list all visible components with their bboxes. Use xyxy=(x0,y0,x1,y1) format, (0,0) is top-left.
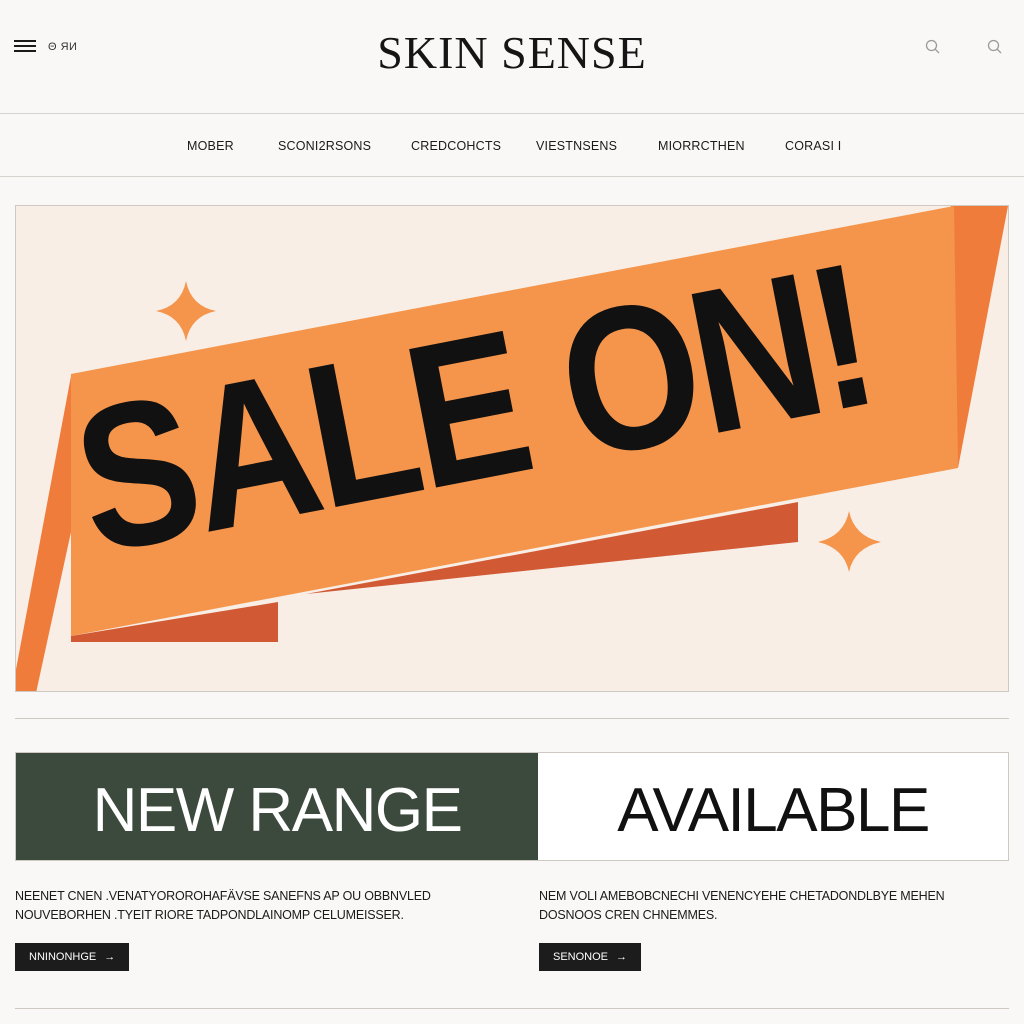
brand-logo[interactable]: SKIN SENSE xyxy=(0,26,1024,79)
nav-item-3[interactable]: CREDCOHCTS xyxy=(411,139,501,153)
discover-button[interactable]: SENONOE → xyxy=(539,943,642,971)
nav-item-1[interactable]: MOBER xyxy=(187,139,234,153)
promo-column-right: NEM VOLI AMEBOBCNECHI VENENCYEHE CHETADO… xyxy=(539,887,1009,971)
shop-now-button[interactable]: NNINONHGE → xyxy=(15,943,130,971)
nav-item-5[interactable]: MIORRCTHEN xyxy=(658,139,745,153)
new-range-banner[interactable]: NEW RANGE AVAILABLE xyxy=(15,752,1009,861)
promo-column-left: NEENET CNEN .VENATYOROROHAFÄVSE SANEFNS … xyxy=(15,887,485,971)
search-icon-secondary[interactable] xyxy=(987,39,1003,55)
sale-hero-banner[interactable]: SALE ON! xyxy=(15,205,1009,692)
site-header: Θ ЯИ SKIN SENSE xyxy=(0,0,1024,114)
arrow-right-icon: → xyxy=(616,951,628,963)
button-label: SENONOE xyxy=(553,951,609,963)
section-divider xyxy=(15,718,1009,719)
button-label: NNINONHGE xyxy=(29,951,97,963)
sparkle-icon xyxy=(818,511,881,572)
sparkle-icon xyxy=(156,281,216,341)
arrow-right-icon: → xyxy=(104,951,116,963)
range-left-text: NEW RANGE xyxy=(92,776,463,845)
range-left-panel: NEW RANGE xyxy=(16,753,538,860)
promo-text: NEM VOLI AMEBOBCNECHI VENENCYEHE CHETADO… xyxy=(539,889,945,922)
main-nav: MOBER SCONI2RSONS CREDCOHCTS VIESTNSENS … xyxy=(0,115,1024,177)
search-icon[interactable] xyxy=(925,39,941,55)
nav-item-6[interactable]: CORASI I xyxy=(785,139,841,153)
range-right-text: AVAILABLE xyxy=(617,776,930,845)
sale-ribbon-graphic: SALE ON! xyxy=(16,206,1008,691)
promo-text: NEENET CNEN .VENATYOROROHAFÄVSE SANEFNS … xyxy=(15,889,431,922)
nav-item-4[interactable]: VIESTNSENS xyxy=(536,139,617,153)
nav-item-2[interactable]: SCONI2RSONS xyxy=(278,139,371,153)
footer-divider xyxy=(15,1008,1009,1009)
